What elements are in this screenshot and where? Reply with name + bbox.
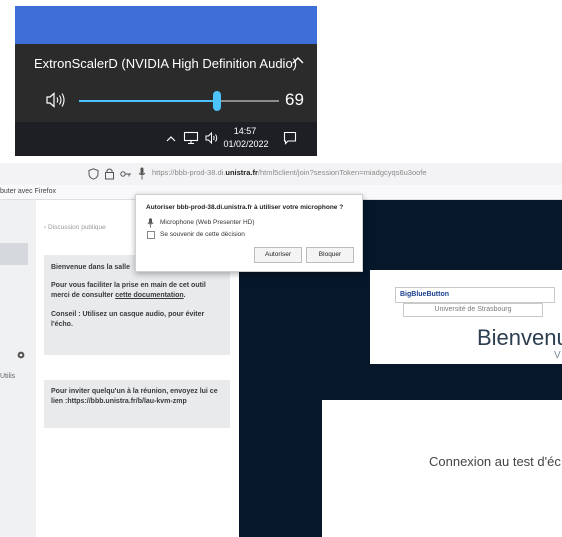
chat-back-button[interactable]: ‹ Discussion publique (44, 224, 106, 231)
url-domain: unistra.fr (225, 168, 258, 177)
allow-button[interactable]: Autoriser (254, 247, 302, 263)
volume-value: 69 (285, 90, 304, 109)
audio-device-name[interactable]: ExtronScalerD (NVIDIA High Definition Au… (34, 56, 297, 71)
invite-text[interactable]: Pour inviter quelqu'un à la réunion, env… (51, 387, 223, 407)
panel-toggle-button[interactable] (0, 243, 28, 265)
lock-icon[interactable] (104, 167, 115, 180)
gear-icon[interactable] (16, 350, 26, 360)
advice-text: Conseil : Utilisez un casque audio, pour… (51, 311, 205, 328)
documentation-link[interactable]: cette documentation (115, 292, 183, 299)
university-label: Université de Strasbourg (403, 303, 543, 317)
volume-slider[interactable] (79, 91, 279, 111)
microphone-device-select[interactable]: Microphone (Web Presenter HD) (160, 219, 255, 226)
permissions-icon[interactable] (120, 169, 132, 179)
user-list-panel: Utilis (0, 200, 36, 537)
bookmark-item[interactable]: buter avec Firefox (0, 188, 56, 195)
url-prefix: https://bbb-prod-38.di. (152, 168, 226, 177)
logo-text: BigBlueButton (400, 291, 449, 298)
speaker-icon[interactable] (45, 92, 65, 108)
block-button[interactable]: Bloquer (306, 247, 354, 263)
tip-text: Pour vous faciliter la prise en main de … (51, 281, 223, 301)
volume-slider-fill (79, 100, 217, 102)
audio-test-text: Connexion au test d'éc (429, 454, 561, 469)
slide-title: Bienvenu (477, 325, 562, 350)
remember-label[interactable]: Se souvenir de cette décision (160, 231, 245, 238)
presentation-slide: BigBlueButton Université de Strasbourg B… (370, 270, 562, 364)
url-bar[interactable]: https://bbb-prod-38.di.unistra.fr/html5c… (0, 163, 562, 185)
clock-time[interactable]: 14:57 (225, 126, 265, 136)
shield-icon[interactable] (88, 168, 99, 180)
desktop-background (15, 6, 317, 44)
notification-icon[interactable] (283, 131, 297, 145)
bigbluebutton-logo: BigBlueButton (395, 287, 555, 303)
chevron-up-icon[interactable] (165, 133, 177, 145)
url-text[interactable]: https://bbb-prod-38.di.unistra.fr/html5c… (152, 168, 427, 177)
network-icon[interactable] (183, 131, 199, 145)
permission-title: Autoriser bbb-prod-38.di.unistra.fr à ut… (146, 204, 344, 211)
microphone-icon[interactable] (138, 167, 146, 180)
microphone-icon (147, 218, 154, 228)
slide-subtitle: V (554, 350, 561, 361)
url-rest: /html5client/join?sessionToken=miadgcyqs… (257, 168, 427, 177)
speaker-icon[interactable] (205, 131, 219, 145)
remember-checkbox[interactable] (147, 231, 155, 239)
user-list-label: Utilis (0, 373, 16, 380)
volume-slider-thumb[interactable] (213, 91, 221, 111)
browser-window: https://bbb-prod-38.di.unistra.fr/html5c… (0, 163, 562, 537)
chat-message: Pour inviter quelqu'un à la réunion, env… (44, 380, 230, 428)
microphone-permission-popup: Autoriser bbb-prod-38.di.unistra.fr à ut… (135, 194, 363, 272)
taskbar: 14:57 01/02/2022 (15, 122, 317, 156)
volume-flyout: ExtronScalerD (NVIDIA High Definition Au… (15, 44, 317, 122)
chevron-up-icon[interactable] (291, 54, 305, 68)
tip-end: . (183, 292, 186, 299)
volume-screenshot: ExtronScalerD (NVIDIA High Definition Au… (0, 0, 562, 160)
clock-date[interactable]: 01/02/2022 (221, 139, 271, 149)
audio-test-modal: Connexion au test d'éc (322, 400, 562, 537)
